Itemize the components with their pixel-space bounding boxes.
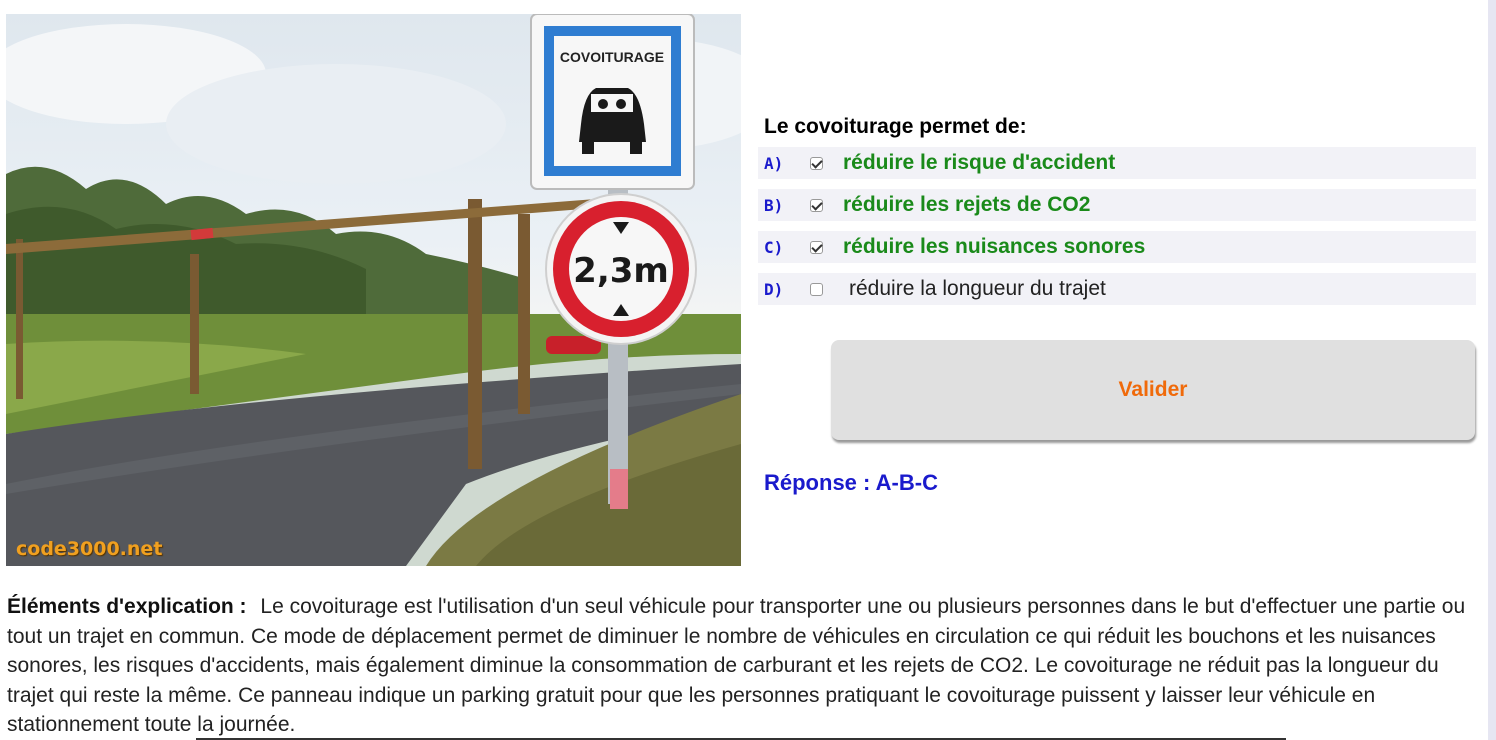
option-checkbox[interactable] bbox=[810, 198, 823, 212]
answer-option[interactable]: D) réduire la longueur du trajet bbox=[758, 273, 1476, 305]
answer-option[interactable]: C) réduire les nuisances sonores bbox=[758, 231, 1476, 263]
option-checkbox[interactable] bbox=[810, 240, 823, 254]
option-label: réduire le risque d'accident bbox=[843, 151, 1116, 174]
option-label: réduire les rejets de CO2 bbox=[843, 193, 1091, 216]
sign-bottom-text: 2,3m bbox=[573, 251, 669, 291]
scrollbar-track[interactable] bbox=[1488, 0, 1496, 740]
option-checkbox[interactable] bbox=[810, 156, 823, 170]
answer-option[interactable]: B) réduire les rejets de CO2 bbox=[758, 189, 1476, 221]
page: COVOITURAGE 2,3m code3000.net Le covoitu… bbox=[0, 0, 1496, 740]
option-label: réduire la longueur du trajet bbox=[849, 277, 1106, 300]
explanation: Éléments d'explication : Le covoiturage … bbox=[7, 592, 1487, 740]
watermark: code3000.net bbox=[16, 538, 163, 560]
answer-text: Réponse : A-B-C bbox=[764, 470, 938, 495]
option-letter: C) bbox=[764, 237, 784, 257]
answer-option[interactable]: A) réduire le risque d'accident bbox=[758, 147, 1476, 179]
option-checkbox[interactable] bbox=[810, 282, 823, 296]
explanation-title: Éléments d'explication : bbox=[7, 595, 247, 618]
question-photo: COVOITURAGE 2,3m code3000.net bbox=[6, 14, 741, 566]
option-letter: A) bbox=[764, 153, 784, 173]
option-letter: B) bbox=[764, 195, 784, 215]
question-text: Le covoiturage permet de: bbox=[764, 115, 1027, 138]
option-letter: D) bbox=[764, 279, 784, 299]
validate-button[interactable]: Valider bbox=[831, 340, 1475, 440]
photo-illustration: COVOITURAGE 2,3m bbox=[6, 14, 741, 566]
option-label: réduire les nuisances sonores bbox=[843, 235, 1146, 258]
sign-top-text: COVOITURAGE bbox=[560, 49, 664, 65]
